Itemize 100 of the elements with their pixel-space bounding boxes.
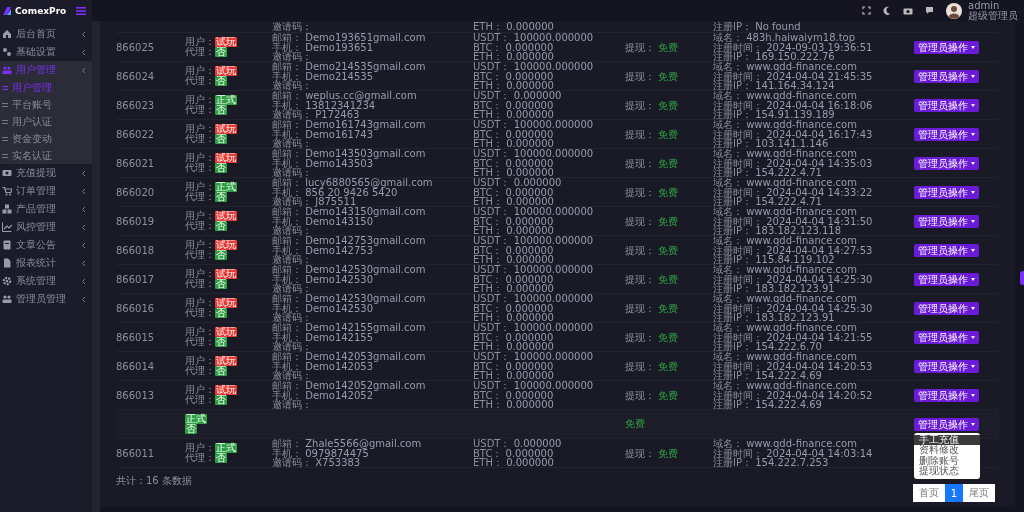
- admin-actions-button[interactable]: 管理员操作: [914, 417, 979, 431]
- sidebar-item[interactable]: 产品管理: [0, 200, 92, 218]
- field-value: Demo142155gmail.com: [305, 322, 426, 333]
- field-label: 邀请码：: [272, 341, 312, 353]
- field-label: 提现：: [625, 447, 655, 459]
- withdraw-status: 免费: [658, 157, 679, 169]
- field-label: 手机：: [272, 157, 302, 169]
- status-tag: 试玩: [215, 124, 237, 135]
- field-label: 手机：: [272, 389, 302, 401]
- admin-actions-button[interactable]: 管理员操作: [914, 156, 979, 170]
- submenu-item[interactable]: 用户认证: [0, 113, 92, 130]
- submenu-item[interactable]: 平台账号: [0, 96, 92, 113]
- field-label: 用户：: [185, 384, 215, 396]
- admin-actions-button[interactable]: 管理员操作: [914, 388, 979, 402]
- field-value: X753383: [315, 457, 361, 469]
- field-label: 提现：: [625, 389, 655, 401]
- chevron-icon: [81, 187, 86, 195]
- status-tag: 否: [215, 366, 227, 377]
- field-label: 邮箱：: [272, 119, 302, 130]
- admin-actions-button[interactable]: 管理员操作: [914, 359, 979, 373]
- page-button[interactable]: 首页: [912, 484, 945, 502]
- withdraw-status: 免费: [658, 70, 679, 82]
- field-label: 用户：: [185, 65, 215, 77]
- field-label: 提现：: [625, 360, 655, 372]
- status-tag: 否: [215, 250, 227, 261]
- user-id: 866020: [116, 186, 155, 198]
- menu-icon[interactable]: [76, 6, 86, 15]
- fullscreen-icon[interactable]: [862, 6, 871, 15]
- status-tag: 否: [215, 337, 227, 348]
- chat-icon[interactable]: [925, 6, 934, 15]
- menu-item[interactable]: 提现状态: [914, 466, 980, 477]
- caret-icon: [971, 364, 975, 368]
- admin-actions-button[interactable]: 管理员操作: [914, 127, 979, 141]
- page-button[interactable]: 尾页: [963, 484, 995, 502]
- status-tag: 试玩: [215, 66, 237, 77]
- sidebar-item[interactable]: 订单管理: [0, 182, 92, 200]
- admin-actions-button[interactable]: 管理员操作: [914, 40, 979, 54]
- field-value: Demo193651: [305, 41, 374, 53]
- user-id: 866024: [116, 70, 155, 82]
- side-tab[interactable]: [1020, 271, 1024, 285]
- field-label: 域名：: [713, 438, 743, 449]
- field-label: USDT：: [473, 90, 511, 101]
- field-label: BTC：: [473, 128, 503, 140]
- field-label: 邮箱：: [272, 438, 302, 449]
- field-label: 邮箱：: [272, 90, 302, 101]
- field-value: 100000.000000: [513, 322, 594, 333]
- field-value: 0.000000: [505, 128, 554, 140]
- sidebar-item[interactable]: 报表统计: [0, 254, 92, 272]
- field-label: 代理：: [185, 133, 215, 145]
- admin-actions-button[interactable]: 管理员操作: [914, 69, 979, 83]
- caret-icon: [971, 74, 975, 78]
- admin-actions-button[interactable]: 管理员操作: [914, 214, 979, 228]
- admin-actions-button[interactable]: 管理员操作: [914, 98, 979, 112]
- field-label: 域名：: [713, 206, 743, 217]
- field-label: 邮箱：: [272, 293, 302, 304]
- admin-actions-button[interactable]: 管理员操作: [914, 185, 979, 199]
- field-label: 注册时间：: [713, 360, 763, 372]
- field-label: 代理：: [185, 365, 215, 377]
- field-value: www.qdd-finance.com: [746, 264, 857, 275]
- user-id: 866018: [116, 244, 155, 256]
- camera-icon[interactable]: [903, 6, 913, 15]
- moon-icon[interactable]: [883, 6, 891, 15]
- field-label: 代理：: [185, 75, 215, 87]
- field-value: 154.222.4.71: [755, 167, 822, 179]
- menu-item[interactable]: 删除账号: [914, 455, 980, 466]
- sidebar-item[interactable]: 管理员管理: [0, 290, 92, 308]
- sidebar-item[interactable]: 风控管理: [0, 218, 92, 236]
- field-label: 代理：: [185, 191, 215, 203]
- admin-actions-button[interactable]: 管理员操作: [914, 301, 979, 315]
- submenu-item[interactable]: 实名认证: [0, 147, 92, 164]
- sidebar-item[interactable]: 后台首页: [0, 25, 92, 43]
- field-value: weplus.cc@gmail.com: [305, 90, 417, 101]
- field-value: 100000.000000: [513, 119, 594, 130]
- field-value: www.qdd-finance.com: [746, 206, 857, 217]
- field-label: ETH：: [473, 370, 503, 382]
- field-label: 手机：: [272, 331, 302, 343]
- sidebar-item[interactable]: 文章公告: [0, 236, 92, 254]
- chevron-icon: [81, 295, 86, 303]
- sidebar-item[interactable]: 基础设置: [0, 43, 92, 61]
- field-label: ETH：: [473, 20, 503, 32]
- cart-icon: [2, 186, 12, 196]
- sidebar-item[interactable]: 系统管理: [0, 272, 92, 290]
- field-value: Zhale5566@gmail.com: [305, 438, 422, 449]
- admin-actions-button[interactable]: 管理员操作: [914, 243, 979, 257]
- field-label: BTC：: [473, 302, 503, 314]
- sidebar-item[interactable]: 充值提现: [0, 164, 92, 182]
- field-label: BTC：: [473, 447, 503, 459]
- brand-name: ComexPro: [15, 5, 67, 16]
- field-label: 注册IP：: [713, 20, 752, 32]
- field-label: 注册时间：: [713, 244, 763, 256]
- withdraw-status: 免费: [658, 186, 679, 198]
- menu-item[interactable]: 资料修改: [914, 445, 980, 456]
- admin-actions-button[interactable]: 管理员操作: [914, 330, 979, 344]
- submenu-item[interactable]: 资金变动: [0, 130, 92, 147]
- menu-item[interactable]: 手工充值: [914, 434, 980, 445]
- user-role: 超级管理员: [968, 10, 1018, 21]
- field-value: www.qdd-finance.com: [746, 90, 857, 101]
- admin-actions-button[interactable]: 管理员操作: [914, 272, 979, 286]
- field-value: 0.000000: [505, 244, 554, 256]
- field-label: USDT：: [473, 119, 511, 130]
